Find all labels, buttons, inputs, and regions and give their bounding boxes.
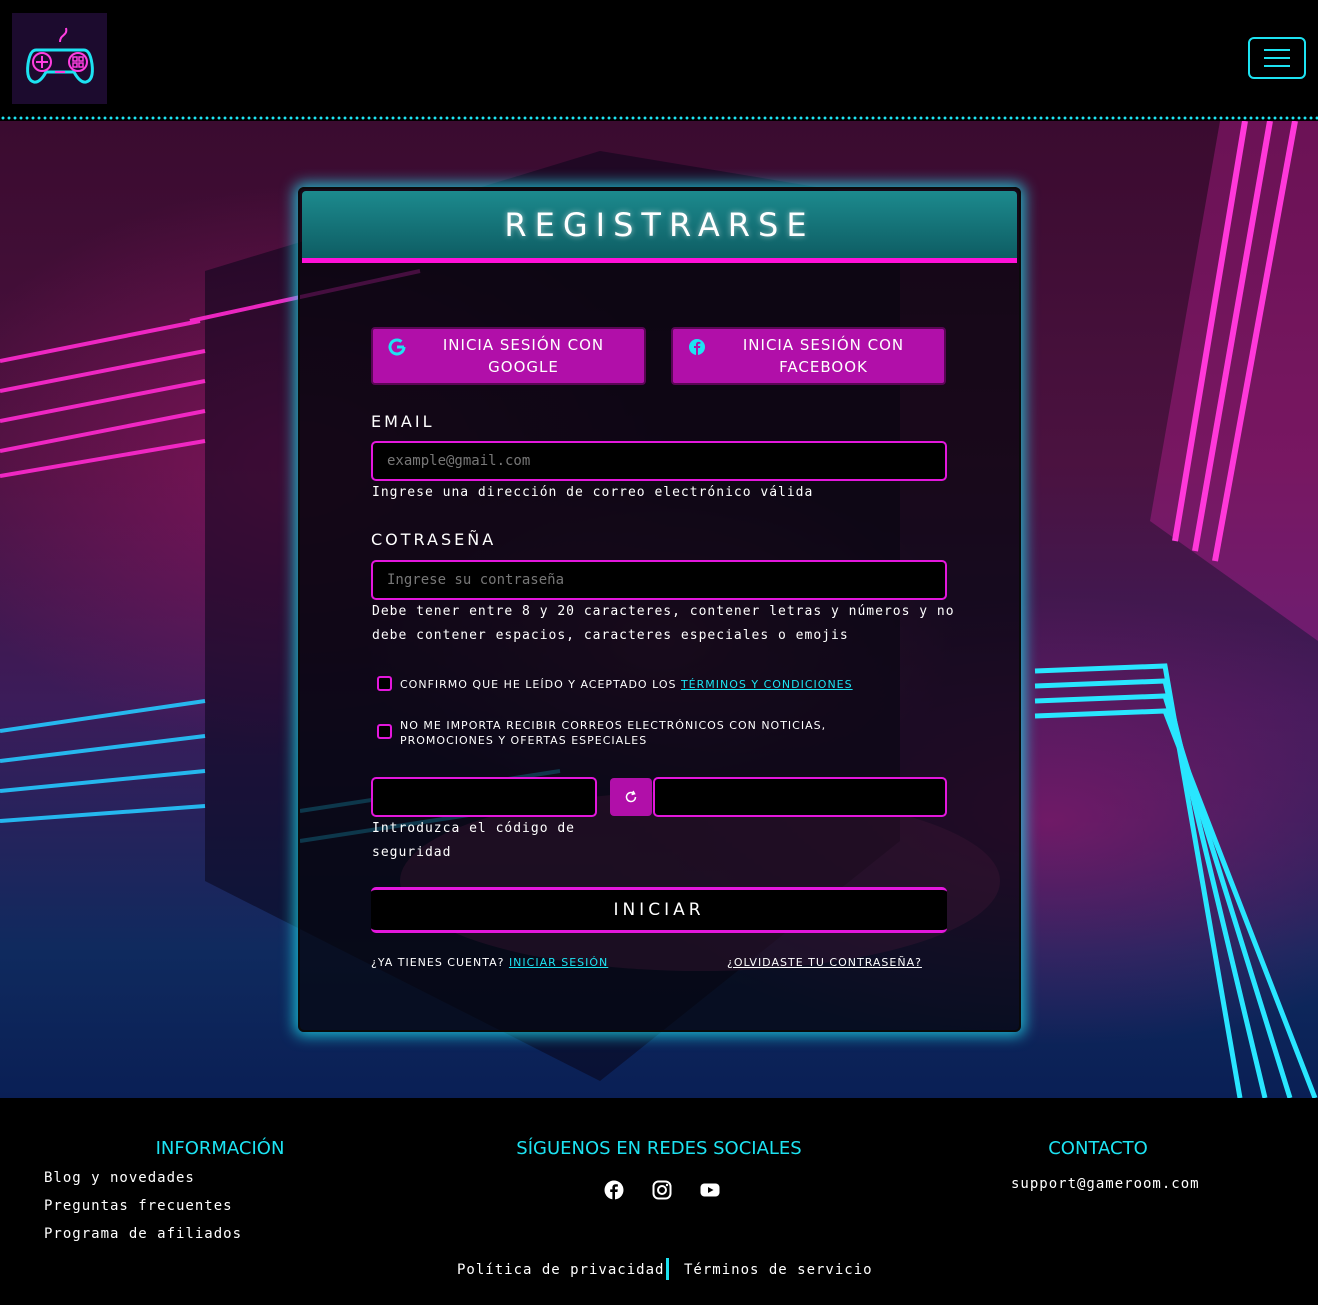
instagram-icon[interactable] xyxy=(652,1180,672,1200)
terms-of-service-link[interactable]: Términos de servicio xyxy=(684,1262,873,1278)
captcha-input[interactable] xyxy=(653,777,947,817)
menu-line-icon xyxy=(1264,65,1290,67)
header-divider xyxy=(0,116,1318,120)
newsletter-label: NO ME IMPORTA RECIBIR CORREOS ELECTRÓNIC… xyxy=(400,719,827,747)
contact-email[interactable]: support@gameroom.com xyxy=(1011,1176,1200,1192)
footer-link-faq[interactable]: Preguntas frecuentes xyxy=(44,1198,233,1214)
facebook-login-label: INICIA SESIÓN CON FACEBOOK xyxy=(742,336,905,376)
captcha-refresh-button[interactable] xyxy=(610,778,652,816)
footer-link-blog[interactable]: Blog y novedades xyxy=(44,1170,195,1186)
login-link[interactable]: INICIAR SESIÓN xyxy=(509,956,608,969)
refresh-icon xyxy=(625,790,637,803)
captcha-hint: Introduzca el código de seguridad xyxy=(372,821,576,860)
footer-link-affiliates[interactable]: Programa de afiliados xyxy=(44,1226,242,1242)
social-title: SÍGUENOS EN REDES SOCIALES xyxy=(516,1138,802,1159)
email-label: EMAIL xyxy=(371,412,435,431)
google-login-button[interactable]: INICIA SESIÓN CON GOOGLE xyxy=(371,327,646,385)
facebook-login-button[interactable]: INICIA SESIÓN CON FACEBOOK xyxy=(671,327,946,385)
card-title: REGISTRARSE xyxy=(504,205,815,244)
info-title: INFORMACIÓN xyxy=(155,1138,285,1159)
submit-button[interactable]: INICIAR xyxy=(371,887,947,933)
youtube-icon[interactable] xyxy=(700,1180,720,1200)
facebook-icon xyxy=(689,339,705,355)
terms-text: CONFIRMO QUE HE LEÍDO Y ACEPTADO LOS TÉR… xyxy=(400,677,853,692)
terms-checkbox[interactable] xyxy=(377,676,392,691)
menu-line-icon xyxy=(1264,57,1290,59)
have-account-text: ¿YA TIENES CUENTA? INICIAR SESIÓN xyxy=(371,955,611,970)
facebook-icon[interactable] xyxy=(604,1180,624,1200)
google-icon xyxy=(388,338,406,356)
password-field[interactable]: Ingrese su contraseña xyxy=(371,560,947,600)
have-account-label: ¿YA TIENES CUENTA? xyxy=(371,956,509,969)
hamburger-menu-button[interactable] xyxy=(1248,37,1306,79)
menu-line-icon xyxy=(1264,49,1290,51)
card-header: REGISTRARSE xyxy=(302,191,1017,263)
google-login-label: INICIA SESIÓN CON GOOGLE xyxy=(442,336,605,376)
site-header xyxy=(0,0,1318,118)
email-field[interactable]: example@gmail.com xyxy=(371,441,947,481)
legal-divider xyxy=(666,1258,669,1280)
email-hint: Ingrese una dirección de correo electrón… xyxy=(372,485,814,500)
terms-check-row: CONFIRMO QUE HE LEÍDO Y ACEPTADO LOS TÉR… xyxy=(377,676,853,692)
password-placeholder: Ingrese su contraseña xyxy=(387,572,565,588)
forgot-password-link[interactable]: ¿OLVIDASTE TU CONTRASEÑA? xyxy=(727,955,922,970)
privacy-link[interactable]: Política de privacidad xyxy=(457,1262,664,1278)
social-icons xyxy=(604,1180,720,1200)
captcha-image xyxy=(371,777,597,817)
newsletter-check-row: NO ME IMPORTA RECIBIR CORREOS ELECTRÓNIC… xyxy=(377,718,910,748)
gamepad-logo-icon[interactable] xyxy=(12,13,107,104)
password-hint: Debe tener entre 8 y 20 caracteres, cont… xyxy=(372,604,955,643)
password-label: COTRASEÑA xyxy=(371,530,497,549)
terms-label: CONFIRMO QUE HE LEÍDO Y ACEPTADO LOS xyxy=(400,678,681,691)
terms-link[interactable]: TÉRMINOS Y CONDICIONES xyxy=(681,678,853,691)
contact-title: CONTACTO xyxy=(1048,1138,1148,1159)
email-placeholder: example@gmail.com xyxy=(387,453,531,469)
newsletter-checkbox[interactable] xyxy=(377,724,392,739)
